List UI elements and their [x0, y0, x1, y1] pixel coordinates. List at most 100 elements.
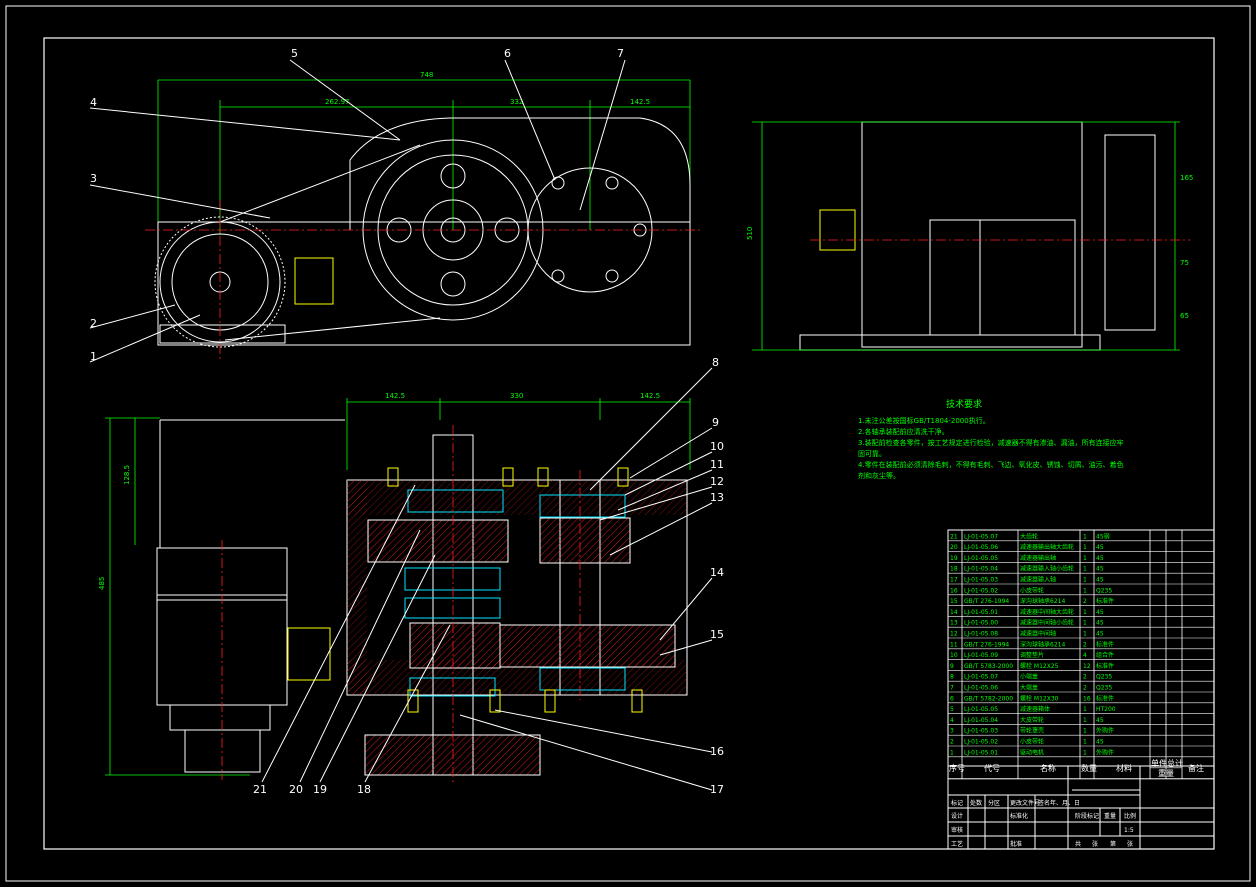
dim-side-b: 75 [1180, 259, 1189, 267]
tb-process: 工艺 [951, 840, 963, 848]
bom-cell-mat: 45 [1096, 566, 1104, 573]
bom-cell-name: 深沟球轴承6214 [1020, 597, 1065, 605]
bom-cell-qty: 2 [1083, 685, 1087, 692]
tb-sheet-label2: 张 [1127, 840, 1133, 848]
bom-cell-name: 减速器中间轴 [1020, 630, 1056, 638]
part-label-7: 7 [617, 47, 624, 60]
part-label-5: 5 [291, 47, 298, 60]
part-label-19: 19 [313, 783, 327, 796]
tech-line-6: 剂和灰尘等。 [858, 471, 900, 480]
bom-cell-name: 减速器输入轴 [1020, 576, 1056, 584]
bom-cell-name: 深沟球轴承6214 [1020, 640, 1065, 648]
bom-cell-qty: 1 [1083, 566, 1087, 573]
tb-scale-val: 1:5 [1124, 827, 1134, 834]
bom-cell-name: 小皮带轮 [1020, 738, 1044, 746]
bom-cell-qty: 12 [1083, 663, 1091, 670]
bom-header-cell: 名称 [1040, 763, 1056, 773]
tb-count: 处数 [970, 799, 982, 807]
part-label-18: 18 [357, 783, 371, 796]
part-label-12: 12 [710, 475, 724, 488]
bom-cell-mat: HT200 [1096, 706, 1116, 713]
bom-cell-mat: 外购件 [1096, 748, 1114, 756]
dim-plan-sub: 128.5 [123, 465, 131, 485]
part-label-14: 14 [710, 566, 724, 579]
bom-cell-no: 10 [950, 652, 958, 659]
bom-cell-mat: 45 [1096, 555, 1104, 562]
bom-header-cell: 数量 [1081, 763, 1097, 773]
bom-cell-no: 12 [950, 631, 958, 638]
bom-cell-name: 大端盖 [1020, 684, 1038, 692]
bom-cell-mat: 45 [1096, 577, 1104, 584]
dim-front-right: 142.5 [630, 98, 650, 106]
tb-approve: 批准 [1010, 840, 1022, 848]
bom-cell-mat: 45 [1096, 739, 1104, 746]
tech-line-2: 2.各轴承装配前应清洗干净。 [858, 427, 949, 436]
part-label-15: 15 [710, 628, 724, 641]
bom-cell-no: 16 [950, 587, 958, 594]
tb-std: 标准化 [1010, 812, 1028, 820]
bom-cell-no: 6 [950, 695, 954, 702]
tb-sheet-no: 第 [1110, 840, 1116, 848]
bom-cell-no: 3 [950, 728, 954, 735]
dim-side-height: 510 [746, 227, 754, 240]
bom-cell-name: 大皮带轮 [1020, 716, 1044, 724]
bom-header-cell: 材料 [1116, 763, 1132, 773]
bom-cell-mat: 45 [1096, 717, 1104, 724]
tb-design: 设计 [951, 812, 963, 820]
bom-cell-no: 8 [950, 674, 954, 681]
tech-line-4: 固可靠。 [858, 449, 886, 458]
bom-cell-name: 减速器箱体 [1020, 705, 1050, 713]
bom-cell-name: 调整垫片 [1020, 651, 1044, 659]
bom-cell-qty: 2 [1083, 598, 1087, 605]
drawing-sheet: 748 262.97 332 142.5 4 3 2 1 5 6 7 510 1… [5, 5, 1251, 882]
bom-cell-mat: Q235 [1096, 674, 1112, 681]
bom-cell-no: 19 [950, 555, 958, 562]
bom-cell-mat: 45钢 [1096, 532, 1110, 540]
bom-cell-code: GB/T 5783-2000 [964, 663, 1013, 670]
bom-cell-code: LJ-01-05.08 [964, 631, 998, 638]
bom-cell-qty: 1 [1083, 533, 1087, 540]
bom-cell-code: LJ-01-05.05 [964, 706, 998, 713]
bom-cell-name: 减速器中间轴小齿轮 [1020, 619, 1074, 627]
bom-cell-code: LJ-01-05.04 [964, 717, 998, 724]
bom-cell-qty: 2 [1083, 641, 1087, 648]
bom-cell-qty: 1 [1083, 728, 1087, 735]
technical-requirements: 技术要求 1.未注公差按国标GB/T1804-2000执行。 2.各轴承装配前应… [858, 398, 1124, 480]
tb-change-no: 更改文件号 [1010, 799, 1040, 807]
bom-header-cell: 序号 [949, 763, 965, 773]
bom-cell-qty: 1 [1083, 544, 1087, 551]
bom-cell-qty: 16 [1083, 695, 1091, 702]
bom-cell-code: LJ-01-05.03 [964, 577, 998, 584]
bom-cell-name: 大齿轮 [1020, 532, 1038, 540]
dim-plan-mid: 330 [510, 392, 523, 400]
bom-cell-no: 21 [950, 533, 958, 540]
dim-side-c: 65 [1180, 312, 1189, 320]
dim-plan-right: 142.5 [640, 392, 660, 400]
bom-cell-name: 小端盖 [1020, 673, 1038, 681]
bom-cell-mat: 标准件 [1096, 662, 1114, 670]
bom-cell-mat: 45 [1096, 544, 1104, 551]
tb-sheet-label: 张 [1092, 840, 1098, 848]
bom-cell-name: 螺栓 M12X25 [1020, 662, 1059, 670]
bom-table: 21 LJ-01-05.07 大齿轮 1 45钢20 LJ-01-05.06 减速器输出轴大… [947, 529, 1215, 780]
bom-cell-qty: 1 [1083, 577, 1087, 584]
bom-cell-mat: 组合件 [1096, 651, 1114, 659]
bom-cell-no: 5 [950, 706, 954, 713]
bom-cell-no: 11 [950, 641, 958, 648]
bom-cell-name: 减速器输出轴大齿轮 [1020, 543, 1074, 551]
tb-date: 年、月、日 [1050, 799, 1080, 807]
bom-cell-name: 带轮罩壳 [1020, 727, 1044, 735]
bom-cell-code: LJ-01-05.02 [964, 739, 998, 746]
part-label-11: 11 [710, 458, 724, 471]
bom-cell-code: LJ-01-05.09 [964, 652, 998, 659]
bom-cell-no: 9 [950, 663, 954, 670]
section-view: 142.5 330 142.5 485 128.5 21 20 19 18 8 … [98, 356, 724, 796]
bom-cell-mat: 45 [1096, 620, 1104, 627]
dim-front-total: 748 [420, 71, 433, 79]
bom-cell-qty: 4 [1083, 652, 1087, 659]
bom-cell-mat: 标准件 [1096, 694, 1114, 702]
bom-cell-qty: 1 [1083, 620, 1087, 627]
bom-cell-code: LJ-01-05.01 [964, 609, 998, 616]
bom-cell-qty: 1 [1083, 587, 1087, 594]
bom-cell-code: GB/T 5782-2000 [964, 695, 1013, 702]
